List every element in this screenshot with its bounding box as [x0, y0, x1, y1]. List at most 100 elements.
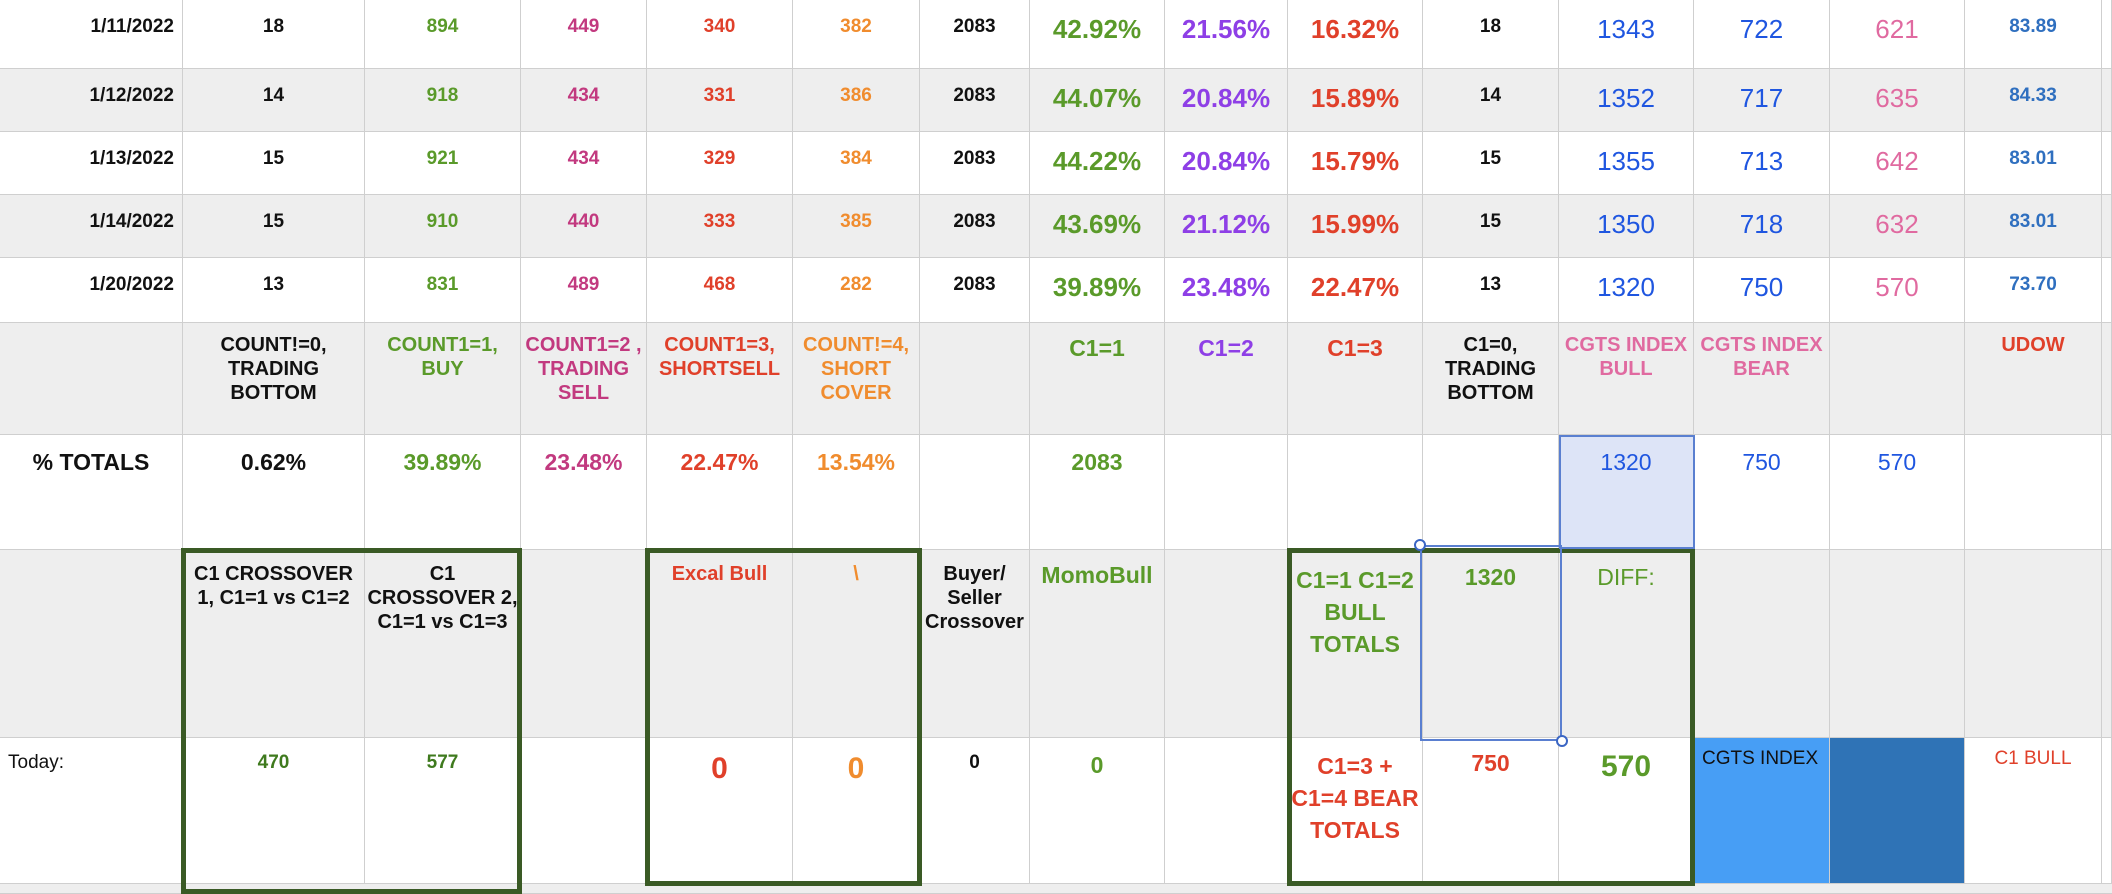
column-header-p1[interactable]: C1=1 — [1030, 323, 1165, 434]
cgts-index-cell[interactable]: CGTS INDEX — [1694, 738, 1830, 883]
value-cell-udow[interactable]: 84.33 — [1965, 69, 2102, 131]
empty-cell[interactable] — [2102, 435, 2112, 549]
today-buyer-seller[interactable]: 0 — [920, 738, 1030, 883]
value-cell-udow[interactable]: 73.70 — [1965, 258, 2102, 322]
slash-header[interactable]: \ — [793, 550, 920, 737]
date-cell[interactable]: 1/20/2022 — [0, 258, 183, 322]
diff-label[interactable]: DIFF: — [1559, 550, 1694, 737]
value-cell-p3[interactable]: 15.99% — [1288, 195, 1423, 257]
column-header-c4[interactable]: COUNT!=4, SHORT COVER — [793, 323, 920, 434]
value-cell-total[interactable]: 2083 — [920, 0, 1030, 68]
value-cell-c0[interactable]: 13 — [183, 258, 365, 322]
value-cell-c3[interactable]: 468 — [647, 258, 793, 322]
bear-totals-label[interactable]: C1=3 + C1=4 BEAR TOTALS — [1288, 738, 1423, 883]
totals-value-c4[interactable]: 13.54% — [793, 435, 920, 549]
edge-cell[interactable] — [2102, 738, 2112, 883]
value-cell-diff[interactable]: 632 — [1830, 195, 1965, 257]
value-cell-p3[interactable]: 16.32% — [1288, 0, 1423, 68]
totals-value-bull[interactable]: 1320 — [1559, 435, 1694, 549]
value-cell-c3[interactable]: 340 — [647, 0, 793, 68]
value-cell-bear[interactable]: 722 — [1694, 0, 1830, 68]
value-cell-diff[interactable]: 642 — [1830, 132, 1965, 194]
edge-cell[interactable] — [2102, 69, 2112, 131]
value-cell-bear[interactable]: 718 — [1694, 195, 1830, 257]
empty-cell[interactable] — [1694, 550, 1830, 737]
value-cell-c4[interactable]: 282 — [793, 258, 920, 322]
value-cell-p1[interactable]: 43.69% — [1030, 195, 1165, 257]
edge-cell[interactable] — [2102, 258, 2112, 322]
value-cell-c3[interactable]: 333 — [647, 195, 793, 257]
totals-value-bear[interactable]: 750 — [1694, 435, 1830, 549]
value-cell-c4[interactable]: 382 — [793, 0, 920, 68]
value-cell-bear[interactable]: 750 — [1694, 258, 1830, 322]
value-cell-c3[interactable]: 331 — [647, 69, 793, 131]
value-cell-p2[interactable]: 20.84% — [1165, 132, 1288, 194]
value-cell-bear[interactable]: 717 — [1694, 69, 1830, 131]
value-cell-diff[interactable]: 635 — [1830, 69, 1965, 131]
today-momobull[interactable]: 0 — [1030, 738, 1165, 883]
value-cell-c0[interactable]: 18 — [183, 0, 365, 68]
value-cell-bull[interactable]: 1343 — [1559, 0, 1694, 68]
today-crossover-1[interactable]: 470 — [183, 738, 365, 883]
header-empty[interactable] — [0, 323, 183, 434]
column-header-t0[interactable]: C1=0, TRADING BOTTOM — [1423, 323, 1559, 434]
value-cell-diff[interactable]: 570 — [1830, 258, 1965, 322]
totals-label[interactable]: % TOTALS — [0, 435, 183, 549]
value-cell-p1[interactable]: 39.89% — [1030, 258, 1165, 322]
value-cell-c2[interactable]: 440 — [521, 195, 647, 257]
totals-value-diff[interactable]: 570 — [1830, 435, 1965, 549]
value-cell-c4[interactable]: 384 — [793, 132, 920, 194]
empty-cell[interactable] — [0, 550, 183, 737]
value-cell-p1[interactable]: 42.92% — [1030, 0, 1165, 68]
value-cell-c2[interactable]: 449 — [521, 0, 647, 68]
edge-cell[interactable] — [2102, 323, 2112, 434]
value-cell-c1[interactable]: 910 — [365, 195, 521, 257]
date-cell[interactable]: 1/13/2022 — [0, 132, 183, 194]
value-cell-p2[interactable]: 23.48% — [1165, 258, 1288, 322]
date-cell[interactable]: 1/12/2022 — [0, 69, 183, 131]
buyer-seller-crossover-header[interactable]: Buyer/ Seller Crossover — [920, 550, 1030, 737]
edge-cell[interactable] — [2102, 132, 2112, 194]
excal-bull-header[interactable]: Excal Bull — [647, 550, 793, 737]
value-cell-udow[interactable]: 83.01 — [1965, 195, 2102, 257]
selection-handle-bottom-right[interactable] — [1556, 735, 1568, 747]
column-header-c0[interactable]: COUNT!=0, TRADING BOTTOM — [183, 323, 365, 434]
empty-cell[interactable] — [1830, 550, 1965, 737]
value-cell-c2[interactable]: 434 — [521, 132, 647, 194]
empty-cell[interactable] — [1165, 550, 1288, 737]
empty-cell[interactable] — [1165, 738, 1288, 883]
value-cell-c0[interactable]: 15 — [183, 132, 365, 194]
value-cell-total[interactable]: 2083 — [920, 195, 1030, 257]
today-slash[interactable]: 0 — [793, 738, 920, 883]
value-cell-c1[interactable]: 894 — [365, 0, 521, 68]
empty-cell[interactable] — [521, 738, 647, 883]
totals-value-c2[interactable]: 23.48% — [521, 435, 647, 549]
column-header-udow[interactable]: UDOW — [1965, 323, 2102, 434]
value-cell-c1[interactable]: 921 — [365, 132, 521, 194]
value-cell-p1[interactable]: 44.22% — [1030, 132, 1165, 194]
crossover-2-header[interactable]: C1 CROSSOVER 2, C1=1 vs C1=3 — [365, 550, 521, 737]
today-label[interactable]: Today: — [0, 738, 183, 883]
value-cell-total[interactable]: 2083 — [920, 132, 1030, 194]
value-cell-bull[interactable]: 1355 — [1559, 132, 1694, 194]
value-cell-c4[interactable]: 385 — [793, 195, 920, 257]
column-header-c2[interactable]: COUNT1=2 , TRADING SELL — [521, 323, 647, 434]
value-cell-c1[interactable]: 831 — [365, 258, 521, 322]
empty-cell[interactable] — [1965, 435, 2102, 549]
value-cell-c2[interactable]: 434 — [521, 69, 647, 131]
value-cell-c4[interactable]: 386 — [793, 69, 920, 131]
value-cell-p3[interactable]: 22.47% — [1288, 258, 1423, 322]
value-cell-c2[interactable]: 489 — [521, 258, 647, 322]
diff-value[interactable]: 570 — [1559, 738, 1694, 883]
empty-cell[interactable] — [1423, 435, 1559, 549]
value-cell-c0[interactable]: 14 — [183, 69, 365, 131]
value-cell-total[interactable]: 2083 — [920, 69, 1030, 131]
value-cell-udow[interactable]: 83.01 — [1965, 132, 2102, 194]
value-cell-udow[interactable]: 83.89 — [1965, 0, 2102, 68]
value-cell-bull[interactable]: 1352 — [1559, 69, 1694, 131]
bear-totals-value[interactable]: 750 — [1423, 738, 1559, 883]
column-header-p3[interactable]: C1=3 — [1288, 323, 1423, 434]
value-cell-total[interactable]: 2083 — [920, 258, 1030, 322]
today-crossover-2[interactable]: 577 — [365, 738, 521, 883]
empty-cell[interactable] — [1965, 550, 2102, 737]
